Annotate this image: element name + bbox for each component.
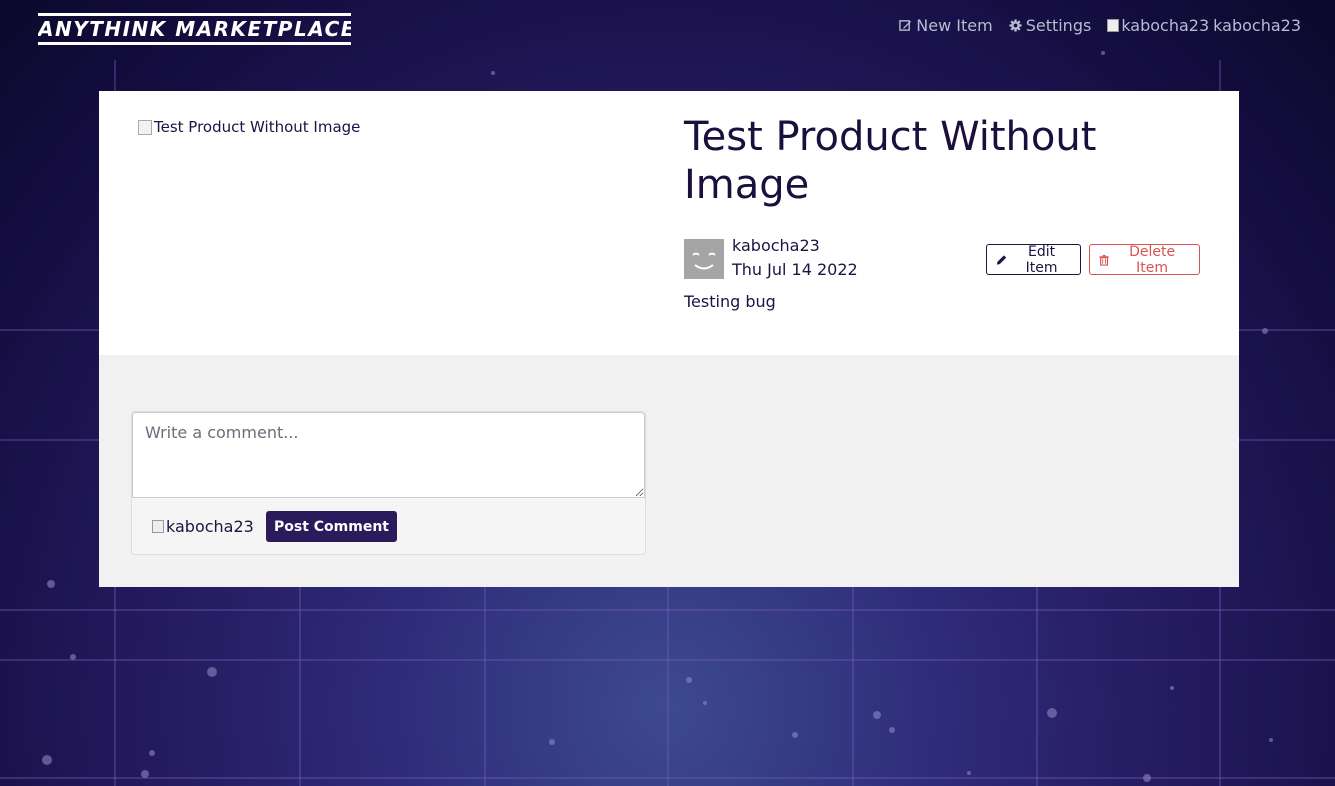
nav-settings-label: Settings [1025,16,1092,35]
product-image-alt: Test Product Without Image [154,118,361,136]
edit-item-label: Edit Item [1025,243,1058,276]
item-detail-card: Test Product Without Image Test Product … [99,91,1239,587]
seller-name[interactable]: kabocha23 [732,236,820,255]
nav-user-image: kabocha23 [1107,16,1209,35]
item-date: Thu Jul 14 2022 [732,260,858,279]
comment-input[interactable] [132,412,645,498]
nav-profile-link[interactable]: kabocha23 kabocha23 [1107,16,1301,35]
edit-square-icon [899,20,912,31]
site-logo[interactable]: ANYTHINK MARKETPLACE [38,13,351,45]
seller-avatar[interactable] [684,239,724,279]
delete-item-button[interactable]: Delete Item [1089,243,1200,276]
item-description: Testing bug [684,292,776,311]
commenter-image-alt: kabocha23 [166,517,254,536]
gear-icon [1009,19,1022,32]
item-title: Test Product Without Image [684,114,1097,208]
nav-new-item-label: New Item [916,16,993,35]
commenter-image: kabocha23 [152,517,254,536]
pencil-icon [996,254,1007,265]
edit-item-button[interactable]: Edit Item [986,243,1081,276]
top-navbar: ANYTHINK MARKETPLACE New Item Settings k… [0,0,1335,60]
comments-section: kabocha23 Post Comment [99,355,1239,587]
comment-form-footer: kabocha23 Post Comment [132,498,645,554]
nav-user-image-alt: kabocha23 [1121,16,1210,35]
nav-links: New Item Settings kabocha23 kabocha23 [899,16,1301,35]
comment-form: kabocha23 Post Comment [131,411,646,555]
trash-icon [1099,254,1109,266]
delete-item-label: Delete Item [1129,243,1176,276]
broken-image-icon [138,119,152,135]
item-details: Test Product Without Image Test Product … [99,91,1239,355]
product-image: Test Product Without Image [138,118,360,136]
nav-username: kabocha23 [1213,16,1301,35]
nav-settings-link[interactable]: Settings [1009,16,1092,35]
smiley-avatar-icon [692,252,716,270]
broken-image-icon [1107,19,1120,32]
post-comment-button[interactable]: Post Comment [266,511,398,542]
broken-image-icon [152,520,164,533]
nav-new-item-link[interactable]: New Item [899,16,993,35]
